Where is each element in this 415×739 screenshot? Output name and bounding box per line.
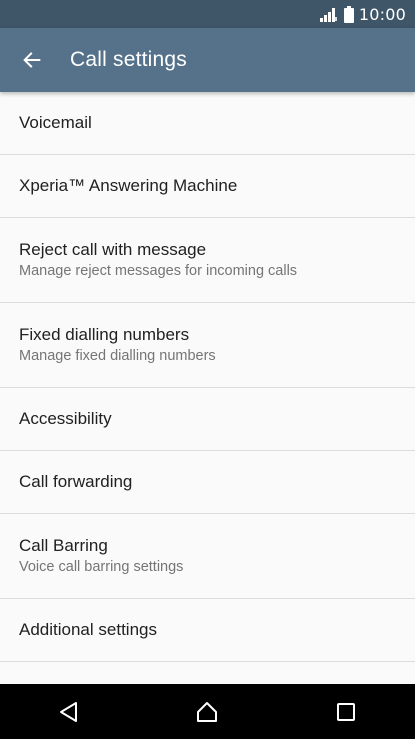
settings-list[interactable]: Voicemail Xperia™ Answering Machine Reje… bbox=[0, 92, 415, 684]
battery-icon bbox=[343, 5, 354, 23]
setting-title: Call Barring bbox=[19, 536, 108, 555]
page-title: Call settings bbox=[70, 48, 187, 71]
signal-icon bbox=[319, 8, 337, 22]
app-bar: Call settings bbox=[0, 28, 415, 92]
setting-title: Reject call with message bbox=[19, 240, 207, 259]
setting-subtitle: Manage reject messages for incoming call… bbox=[19, 263, 298, 279]
setting-title: Voicemail bbox=[19, 113, 92, 132]
setting-additional-settings[interactable]: Additional settings bbox=[0, 599, 415, 662]
setting-title: Fixed dialling numbers bbox=[19, 325, 190, 344]
setting-voicemail[interactable]: Voicemail bbox=[0, 92, 415, 155]
setting-call-barring[interactable]: Call Barring Voice call barring settings bbox=[0, 514, 415, 599]
back-button[interactable] bbox=[8, 36, 56, 84]
nav-back-icon bbox=[60, 701, 78, 722]
nav-recents-icon bbox=[336, 702, 355, 721]
status-bar: 10:00 bbox=[0, 0, 415, 28]
setting-answering-machine[interactable]: Xperia™ Answering Machine bbox=[0, 155, 415, 218]
setting-reject-call-with-message[interactable]: Reject call with message Manage reject m… bbox=[0, 218, 415, 303]
arrow-left-icon bbox=[23, 52, 41, 68]
setting-subtitle: Voice call barring settings bbox=[19, 559, 184, 575]
nav-recents-button[interactable] bbox=[318, 688, 374, 736]
setting-title: Accessibility bbox=[19, 409, 112, 428]
setting-accessibility[interactable]: Accessibility bbox=[0, 388, 415, 451]
nav-home-icon bbox=[197, 701, 218, 722]
setting-title: Additional settings bbox=[19, 620, 157, 639]
setting-title: Xperia™ Answering Machine bbox=[19, 176, 238, 195]
setting-subtitle: Manage fixed dialling numbers bbox=[19, 348, 216, 364]
setting-call-forwarding[interactable]: Call forwarding bbox=[0, 451, 415, 514]
status-time: 10:00 bbox=[358, 4, 406, 24]
nav-back-button[interactable] bbox=[41, 688, 97, 736]
setting-title: Call forwarding bbox=[19, 472, 133, 491]
nav-home-button[interactable] bbox=[179, 688, 235, 736]
navigation-bar bbox=[0, 684, 415, 739]
setting-fixed-dialling-numbers[interactable]: Fixed dialling numbers Manage fixed dial… bbox=[0, 303, 415, 388]
